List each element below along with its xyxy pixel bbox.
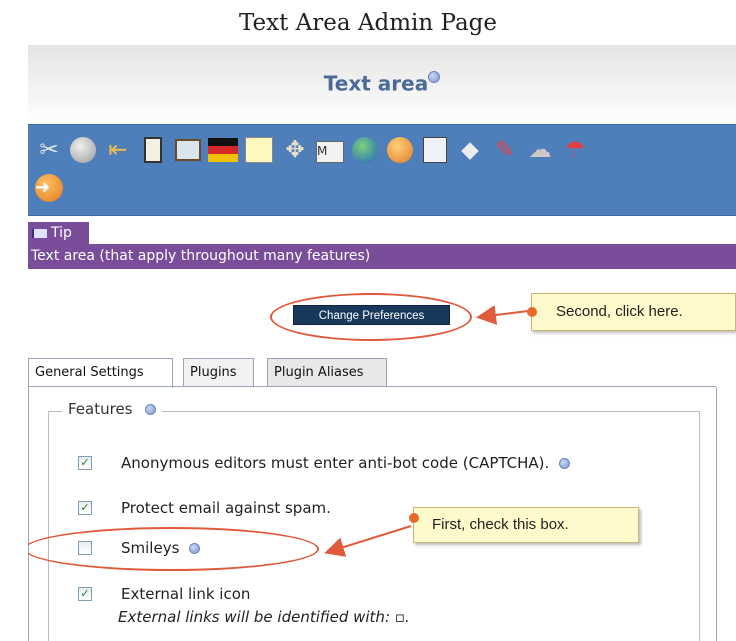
external-link-note: External links will be identified with: … [118, 608, 410, 626]
admin-screenshot: Text area ✂ ⇤ ✥ M ◆ ✎ ☁ ☂ ➜ Tip Text are… [28, 45, 736, 641]
content-border [28, 387, 29, 641]
features-legend: Features [62, 400, 162, 418]
help-icon[interactable] [144, 404, 156, 415]
help-icon[interactable] [559, 458, 571, 469]
features-legend-text: Features [68, 400, 133, 418]
captcha-option: Anonymous editors must enter anti-bot co… [121, 454, 571, 472]
figure-caption: Text Area Admin Page [238, 10, 498, 36]
captcha-label: Anonymous editors must enter anti-bot co… [121, 454, 550, 472]
tabs-divider [28, 386, 716, 387]
protect-email-checkbox[interactable]: ✓ [78, 501, 92, 515]
pin-icon [409, 513, 419, 523]
external-link-checkbox[interactable]: ✓ [78, 587, 92, 601]
external-link-label: External link icon [121, 585, 251, 603]
content-border [716, 387, 717, 641]
tab-plugin-aliases[interactable]: Plugin Aliases [267, 358, 387, 387]
callout-first: First, check this box. [409, 507, 639, 543]
protect-email-label: Protect email against spam. [121, 499, 331, 517]
captcha-checkbox[interactable]: ✓ [78, 456, 92, 470]
highlight-circle-checkbox [28, 527, 319, 571]
tab-general-settings[interactable]: General Settings [28, 358, 173, 388]
tab-plugins[interactable]: Plugins [183, 358, 254, 387]
callout-first-text: First, check this box. [432, 516, 569, 533]
arrow-to-button [476, 305, 529, 325]
